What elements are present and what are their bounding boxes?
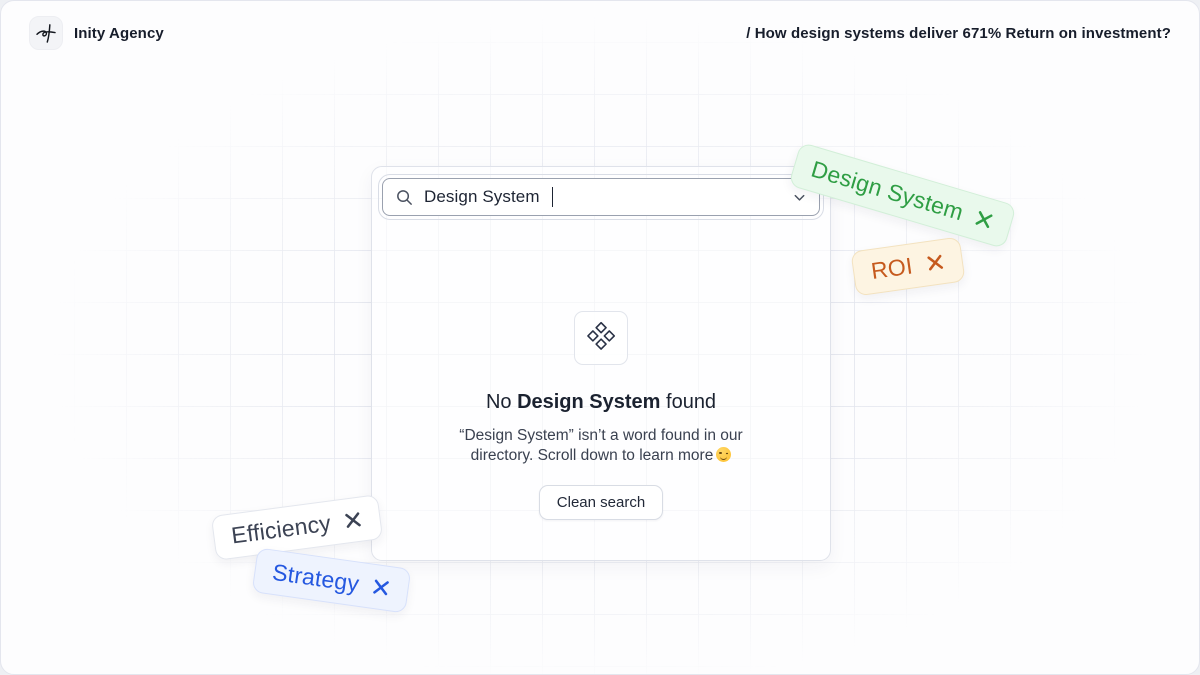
squiggle-logo-icon bbox=[29, 16, 63, 50]
chevron-down-icon[interactable] bbox=[792, 190, 807, 205]
heading-term: Design System bbox=[517, 391, 660, 413]
tag-label: ROI bbox=[869, 252, 914, 285]
tag-label: Efficiency bbox=[230, 510, 333, 550]
components-diamonds-icon bbox=[574, 311, 628, 365]
close-icon[interactable] bbox=[371, 577, 392, 598]
empty-state-description: “Design System” isn’t a word found in ou… bbox=[459, 426, 742, 467]
wink-emoji bbox=[716, 447, 731, 462]
empty-state-heading: No Design System found bbox=[486, 391, 716, 414]
heading-suffix: found bbox=[660, 391, 716, 413]
description-line-1: “Design System” isn’t a word found in ou… bbox=[459, 427, 742, 444]
close-icon[interactable] bbox=[342, 509, 363, 530]
tag-label: Design System bbox=[808, 156, 966, 227]
search-icon bbox=[395, 188, 414, 207]
page-title: / How design systems deliver 671% Return… bbox=[746, 25, 1171, 42]
search-input-focus-ring: Design System bbox=[378, 174, 824, 220]
tag-label: Strategy bbox=[271, 559, 361, 598]
search-card: Design System No Design System found bbox=[371, 166, 831, 561]
page: Inity Agency / How design systems delive… bbox=[0, 0, 1200, 675]
brand-name: Inity Agency bbox=[74, 25, 164, 42]
header: Inity Agency / How design systems delive… bbox=[1, 1, 1199, 65]
close-icon[interactable] bbox=[972, 208, 996, 232]
text-cursor bbox=[552, 187, 554, 207]
brand[interactable]: Inity Agency bbox=[29, 16, 164, 50]
heading-prefix: No bbox=[486, 391, 517, 413]
clean-search-button[interactable]: Clean search bbox=[539, 485, 663, 520]
description-line-2: directory. Scroll down to learn more bbox=[471, 447, 714, 464]
close-icon[interactable] bbox=[924, 252, 945, 273]
search-query-text: Design System bbox=[424, 187, 540, 207]
search-input[interactable]: Design System bbox=[382, 178, 820, 216]
tag-efficiency[interactable]: Efficiency bbox=[211, 494, 383, 561]
tag-roi[interactable]: ROI bbox=[850, 237, 965, 297]
